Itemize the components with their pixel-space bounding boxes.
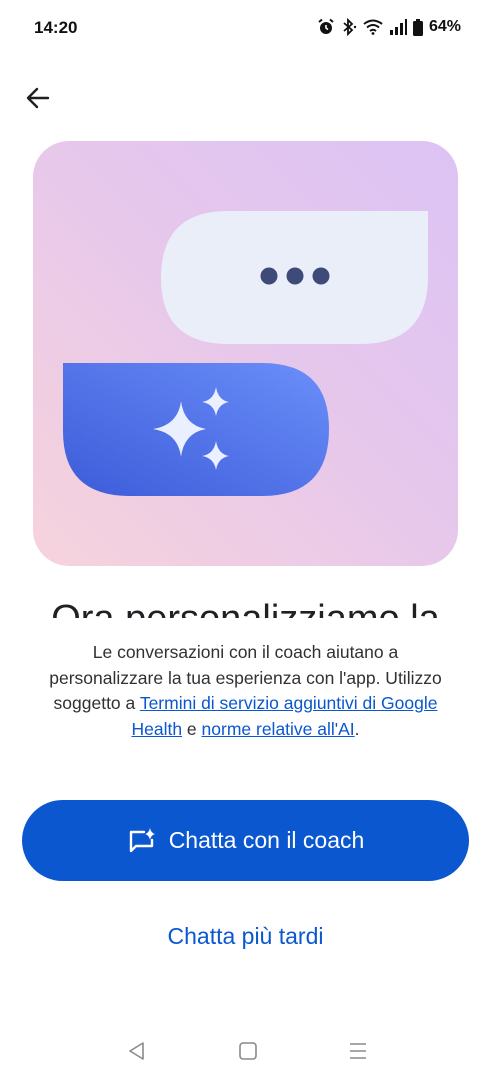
wifi-icon (363, 19, 383, 35)
system-nav-bar (0, 1020, 491, 1080)
nav-recents-icon[interactable] (346, 1040, 370, 1062)
status-icons: 64% (317, 18, 461, 36)
chat-sparkle-icon (129, 827, 155, 852)
chat-later-button[interactable]: Chatta più tardi (0, 918, 491, 954)
arrow-back-icon (26, 87, 50, 109)
description-part: . (354, 718, 360, 739)
ai-policy-link[interactable]: norme relative all'AI (202, 719, 355, 739)
nav-home-icon[interactable] (236, 1040, 260, 1062)
description-text: Le conversazioni con il coach aiutano a … (36, 640, 455, 742)
back-button[interactable] (22, 82, 54, 114)
chat-with-coach-label: Chatta con il coach (168, 827, 365, 853)
nav-back-icon[interactable] (125, 1040, 149, 1062)
status-bar: 14:20 64% (0, 0, 491, 58)
bluetooth-icon (343, 18, 357, 36)
typing-dot (286, 267, 304, 285)
typing-dot (312, 267, 330, 285)
battery-percent: 64% (428, 18, 461, 35)
alarm-icon (318, 18, 334, 34)
status-time: 14:20 (34, 18, 78, 37)
page-title: Ora personalizziamo la (0, 596, 491, 618)
description-part: e (182, 718, 202, 739)
battery-icon (412, 18, 423, 36)
signal-icon (389, 19, 407, 35)
hero-illustration (33, 141, 458, 566)
chat-bubbles-illustration (63, 211, 428, 496)
chat-with-coach-button[interactable]: Chatta con il coach (22, 800, 469, 881)
title-overlay (0, 618, 491, 638)
typing-dot (260, 267, 278, 285)
